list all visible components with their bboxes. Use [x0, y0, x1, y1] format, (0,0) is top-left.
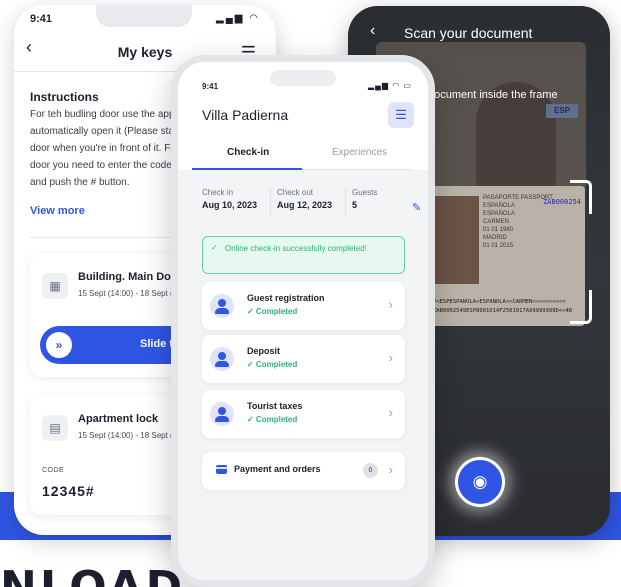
- status-icons: ▂▄▆ ◠ ▭: [368, 81, 412, 90]
- info-divider: [345, 188, 346, 218]
- guest-registration-item[interactable]: Guest registration ✓ Completed ›: [202, 282, 405, 330]
- success-banner: ✓ Online check-in successfully completed…: [202, 236, 405, 274]
- chevron-right-icon: ›: [388, 297, 393, 312]
- check-out-label: Check out: [277, 188, 314, 197]
- info-divider: [270, 188, 271, 218]
- check-in-value: Aug 10, 2023: [202, 200, 258, 210]
- check-icon: ✓: [211, 243, 218, 252]
- item-status: ✓ Completed: [247, 307, 298, 316]
- property-title: Villa Padierna: [202, 107, 289, 123]
- code-label: CODE: [42, 467, 65, 474]
- chevron-right-icon: ›: [388, 350, 393, 365]
- passport-document-image: PASAPORTE PASSPORT ESPAÑOLA ESPAÑOLA CAR…: [431, 186, 585, 326]
- check-in-label: Check in: [202, 188, 234, 197]
- back-arrow-icon[interactable]: ‹: [370, 22, 375, 40]
- phone-notch: [270, 70, 336, 86]
- item-status: ✓ Completed: [247, 415, 298, 424]
- check-in-date: Check in Aug 10, 2023: [202, 188, 257, 210]
- scan-frame-corner: [570, 290, 592, 324]
- page-title: Scan your document: [404, 25, 533, 41]
- deposit-item[interactable]: Deposit ✓ Completed ›: [202, 335, 405, 383]
- item-title: Tourist taxes: [247, 401, 303, 411]
- payment-and-orders-item[interactable]: Payment and orders 0 ›: [202, 452, 405, 490]
- passport-field: 01 01 2015: [483, 243, 514, 249]
- check-out-date: Check out Aug 12, 2023: [277, 188, 332, 210]
- phone-notch: [96, 5, 192, 27]
- tab-experiences[interactable]: Experiences: [332, 147, 387, 158]
- key-card-title: Building. Main Door: [78, 271, 182, 283]
- item-title: Payment and orders: [234, 464, 321, 474]
- guests-count: Guests 5: [352, 188, 377, 210]
- count-badge: 0: [363, 463, 378, 478]
- tourist-taxes-item[interactable]: Tourist taxes ✓ Completed ›: [202, 390, 405, 438]
- lock-keypad-icon: ▤: [42, 415, 68, 441]
- building-icon: ▦: [42, 273, 68, 299]
- credit-card-icon: [216, 465, 227, 474]
- passport-photo: [431, 196, 479, 284]
- country-code-badge: ESP: [546, 104, 578, 118]
- scan-hint: document inside the frame: [428, 89, 558, 101]
- key-card-title: Apartment lock: [78, 413, 159, 425]
- double-chevron-right-icon[interactable]: »: [43, 329, 75, 361]
- active-tab-indicator: [192, 168, 302, 170]
- check-in-phone: 9:41 ▂▄▆ ◠ ▭ Villa Padierna ☰ Check-in E…: [171, 55, 435, 587]
- view-more-link[interactable]: View more: [30, 205, 85, 217]
- status-time: 9:41: [202, 82, 219, 91]
- item-status: ✓ Completed: [247, 360, 298, 369]
- hamburger-menu-icon[interactable]: ☰: [388, 102, 414, 128]
- booking-summary: Check in Aug 10, 2023 Check out Aug 12, …: [202, 188, 421, 224]
- check-out-value: Aug 12, 2023: [277, 200, 333, 210]
- passport-field: MADRID: [483, 235, 507, 241]
- user-icon: [210, 347, 234, 371]
- check-in-screen: 9:41 ▂▄▆ ◠ ▭ Villa Padierna ☰ Check-in E…: [178, 62, 428, 580]
- passport-mrz: P<ESPESPANOLA<ESPANOLA<<CARMEN<<<<<<<<<<…: [433, 298, 585, 316]
- tab-divider: [302, 169, 412, 170]
- status-time: 9:41: [30, 13, 53, 25]
- chevron-right-icon: ›: [388, 405, 393, 420]
- passport-field: ESPAÑOLA: [483, 211, 515, 217]
- user-icon: [210, 294, 234, 318]
- chevron-right-icon: ›: [388, 462, 393, 477]
- scan-frame-corner: [570, 180, 592, 214]
- passport-field: CARMEN: [483, 219, 510, 225]
- door-code: 12345#: [42, 483, 95, 499]
- edit-pencil-icon[interactable]: ✎: [412, 201, 421, 214]
- mrz-line: P<ESPESPANOLA<ESPANOLA<<CARMEN<<<<<<<<<<: [433, 299, 566, 305]
- user-icon: [210, 402, 234, 426]
- mrz-line: ZAB0002549ESP8001014F2501017A99999999D<<…: [433, 308, 573, 314]
- success-message: Online check-in successfully completed!: [225, 244, 367, 253]
- tab-check-in[interactable]: Check-in: [227, 147, 269, 158]
- item-title: Guest registration: [247, 293, 325, 303]
- guests-value: 5: [352, 200, 358, 210]
- passport-field: 01 01 1980: [483, 227, 514, 233]
- camera-capture-icon[interactable]: ◉: [455, 457, 505, 507]
- status-icons: ▂▄▆ ◠: [216, 13, 260, 24]
- instructions-heading: Instructions: [30, 90, 99, 104]
- item-title: Deposit: [247, 346, 281, 356]
- guests-label: Guests: [352, 188, 378, 197]
